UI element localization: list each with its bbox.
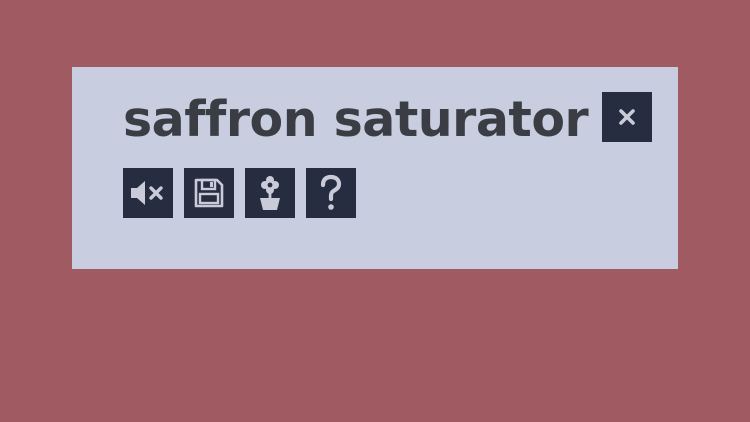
question-mark-icon	[320, 174, 342, 210]
mute-button[interactable]	[123, 168, 173, 218]
menu-panel: saffron saturator	[72, 67, 678, 269]
help-button[interactable]	[306, 168, 356, 218]
close-button[interactable]	[602, 92, 652, 142]
floppy-disk-icon	[194, 178, 224, 208]
game-screen: { "colors": { "background": "#a05a61", "…	[0, 0, 750, 422]
game-title: saffron saturator	[123, 91, 589, 148]
plant-button[interactable]	[245, 168, 295, 218]
save-button[interactable]	[184, 168, 234, 218]
speaker-muted-icon	[131, 181, 163, 205]
close-icon	[619, 109, 635, 125]
potted-flower-icon	[260, 176, 280, 210]
